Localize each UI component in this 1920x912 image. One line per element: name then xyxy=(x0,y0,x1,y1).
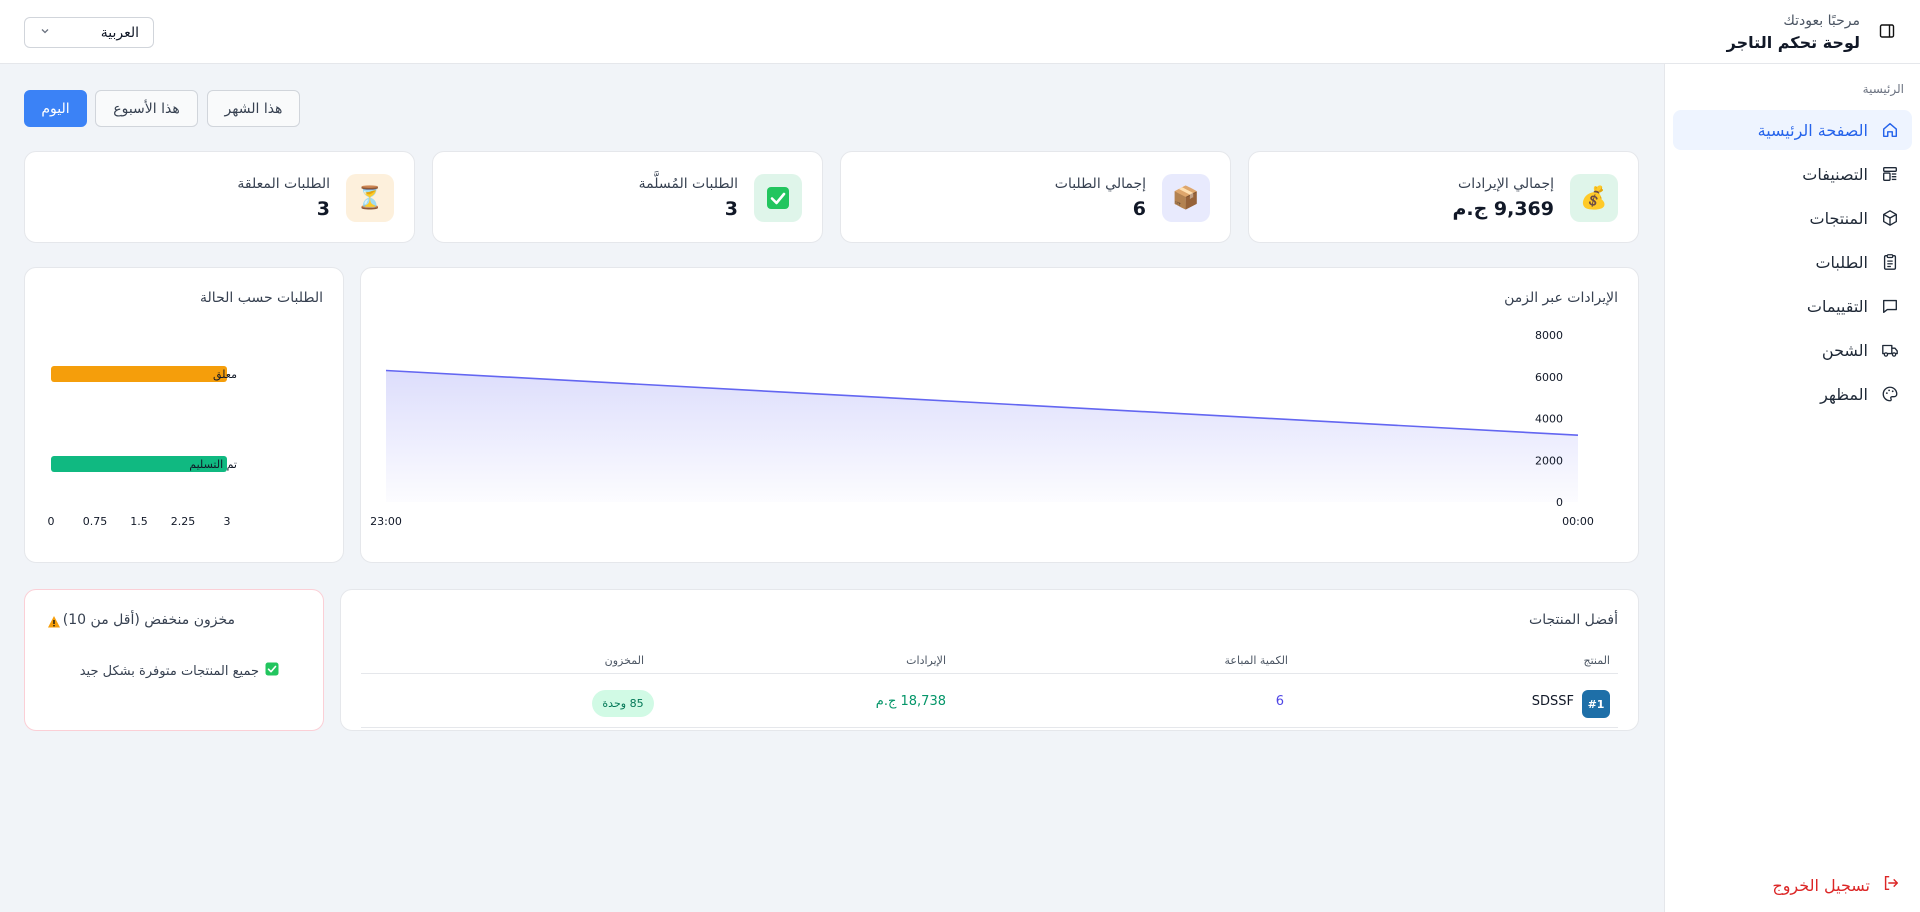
sidebar-item-label: التصنيفات xyxy=(1802,164,1868,184)
stat-label: الطلبات المعلقة xyxy=(237,176,330,192)
sidebar-section-label: الرئيسية xyxy=(1862,82,1904,96)
rank-badge: #1 xyxy=(1582,690,1610,718)
revenue-area xyxy=(386,370,1578,502)
check-icon xyxy=(754,174,802,222)
stat-value: 6 xyxy=(1132,198,1146,220)
top-products-panel: أفضل المنتجات المنتج الكمية المباعة الإي… xyxy=(340,589,1639,731)
welcome-text: مرحبًا بعودتك xyxy=(1783,13,1860,29)
revenue-chart: 0 2000 4000 6000 8000 00:00 23:00 xyxy=(370,329,1594,528)
revenue-chart-panel: الإيرادات عبر الزمن 0 2000 4000 6000 8000 00:… xyxy=(360,267,1639,563)
period-today-button[interactable]: اليوم xyxy=(24,90,87,127)
sidebar-item-label: المنتجات xyxy=(1809,208,1869,228)
table-row[interactable]: #1 SDSSF 6 18,738 ج.م 85 وحدة xyxy=(361,676,1618,728)
stat-card-delivered: الطلبات المُسلَّمة 3 xyxy=(432,151,823,243)
column-header-product: المنتج xyxy=(1583,654,1610,667)
sidebar-toggle-icon[interactable] xyxy=(1878,22,1896,40)
page-title: لوحة تحكم التاجر xyxy=(1726,33,1860,52)
status-chart: معلق تم التسليم 0 0.75 1.5 2.25 3 xyxy=(48,366,237,528)
warning-icon xyxy=(47,614,61,628)
x-tick-label: 0 xyxy=(48,515,55,528)
stat-card-pending: ⏳ الطلبات المعلقة 3 xyxy=(24,151,415,243)
message-icon xyxy=(1880,296,1900,316)
sidebar-item-categories[interactable]: التصنيفات xyxy=(1673,154,1912,194)
logout-button[interactable]: تسجيل الخروج xyxy=(1772,874,1900,896)
category-label: تم التسليم xyxy=(189,458,237,471)
x-tick-label: 00:00 xyxy=(1562,515,1594,528)
sidebar-item-orders[interactable]: الطلبات xyxy=(1673,242,1912,282)
product-name: SDSSF xyxy=(1531,694,1574,709)
y-tick-label: 6000 xyxy=(1535,371,1563,384)
quantity-sold: 6 xyxy=(1275,694,1284,709)
status-bar xyxy=(51,366,227,382)
clipboard-icon xyxy=(1880,252,1900,272)
section-title: أفضل المنتجات xyxy=(1529,612,1618,628)
column-header-stock: المخزون xyxy=(604,654,644,667)
stat-label: إجمالي الطلبات xyxy=(1054,176,1146,192)
y-tick-label: 2000 xyxy=(1535,454,1563,467)
table-header: المنتج الكمية المباعة الإيرادات المخزون xyxy=(361,650,1618,674)
y-tick-label: 8000 xyxy=(1535,329,1563,342)
chevron-down-icon xyxy=(39,25,51,41)
period-week-button[interactable]: هذا الأسبوع xyxy=(95,90,198,127)
status-chart-panel: الطلبات حسب الحالة معلق تم التسليم 0 0.75 1.… xyxy=(24,267,344,563)
sidebar-item-reviews[interactable]: التقييمات xyxy=(1673,286,1912,326)
logout-icon xyxy=(1882,874,1900,896)
x-tick-label: 2.25 xyxy=(171,515,196,528)
x-tick-label: 3 xyxy=(224,515,231,528)
y-tick-label: 4000 xyxy=(1535,413,1563,426)
categories-icon xyxy=(1880,164,1900,184)
stat-value: 3 xyxy=(724,198,738,220)
top-header: مرحبًا بعودتك لوحة تحكم التاجر العربية xyxy=(0,0,1920,64)
package-icon: 📦 xyxy=(1162,174,1210,222)
sidebar: الرئيسية الصفحة الرئيسية التصنيفات المنت… xyxy=(1664,64,1920,912)
header-titles: مرحبًا بعودتك لوحة تحكم التاجر xyxy=(1727,12,1860,54)
x-tick-label: 0.75 xyxy=(83,515,108,528)
stat-value: 9,369 ج.م xyxy=(1452,198,1554,220)
product-revenue: 18,738 ج.م xyxy=(875,694,946,709)
sidebar-item-appearance[interactable]: المظهر xyxy=(1673,374,1912,414)
sidebar-item-products[interactable]: المنتجات xyxy=(1673,198,1912,238)
sidebar-item-label: المظهر xyxy=(1820,384,1868,404)
stat-label: إجمالي الإيرادات xyxy=(1458,176,1554,192)
period-month-button[interactable]: هذا الشهر xyxy=(207,90,300,127)
sidebar-item-label: الطلبات xyxy=(1815,252,1868,272)
main-content: اليوم هذا الأسبوع هذا الشهر 💰 إجمالي الإ… xyxy=(0,64,1664,912)
low-stock-title: مخزون منخفض (أقل من 10) xyxy=(62,612,235,628)
stat-label: الطلبات المُسلَّمة xyxy=(638,176,738,192)
home-icon xyxy=(1880,120,1900,140)
x-tick-label: 23:00 xyxy=(370,515,402,528)
truck-icon xyxy=(1880,340,1900,360)
stat-card-orders: 📦 إجمالي الطلبات 6 xyxy=(840,151,1231,243)
sidebar-item-label: الشحن xyxy=(1821,340,1868,360)
stat-value: 3 xyxy=(316,198,330,220)
stock-ok-text: جميع المنتجات متوفرة بشكل جيد xyxy=(79,663,259,679)
hourglass-icon: ⏳ xyxy=(346,174,394,222)
language-value: العربية xyxy=(100,24,139,41)
stock-ok-message: جميع المنتجات متوفرة بشكل جيد xyxy=(80,662,279,680)
money-bag-icon: 💰 xyxy=(1570,174,1618,222)
sidebar-item-home[interactable]: الصفحة الرئيسية xyxy=(1673,110,1912,150)
column-header-qty: الكمية المباعة xyxy=(1224,654,1288,667)
low-stock-panel: مخزون منخفض (أقل من 10) جميع المنتجات مت… xyxy=(24,589,324,731)
category-label: معلق xyxy=(213,368,237,382)
x-tick-label: 1.5 xyxy=(130,515,148,528)
y-tick-label: 0 xyxy=(1556,496,1563,509)
check-icon xyxy=(265,662,279,680)
sidebar-item-shipping[interactable]: الشحن xyxy=(1673,330,1912,370)
sidebar-nav: الصفحة الرئيسية التصنيفات المنتجات الطلب… xyxy=(1673,110,1912,418)
logout-label: تسجيل الخروج xyxy=(1772,875,1870,895)
palette-icon xyxy=(1880,384,1900,404)
column-header-revenue: الإيرادات xyxy=(906,654,946,667)
box-icon xyxy=(1880,208,1900,228)
stat-card-revenue: 💰 إجمالي الإيرادات 9,369 ج.م xyxy=(1248,151,1639,243)
stock-badge: 85 وحدة xyxy=(592,690,654,717)
sidebar-item-label: التقييمات xyxy=(1806,296,1868,316)
sidebar-item-label: الصفحة الرئيسية xyxy=(1757,120,1868,140)
language-select[interactable]: العربية xyxy=(24,17,154,48)
